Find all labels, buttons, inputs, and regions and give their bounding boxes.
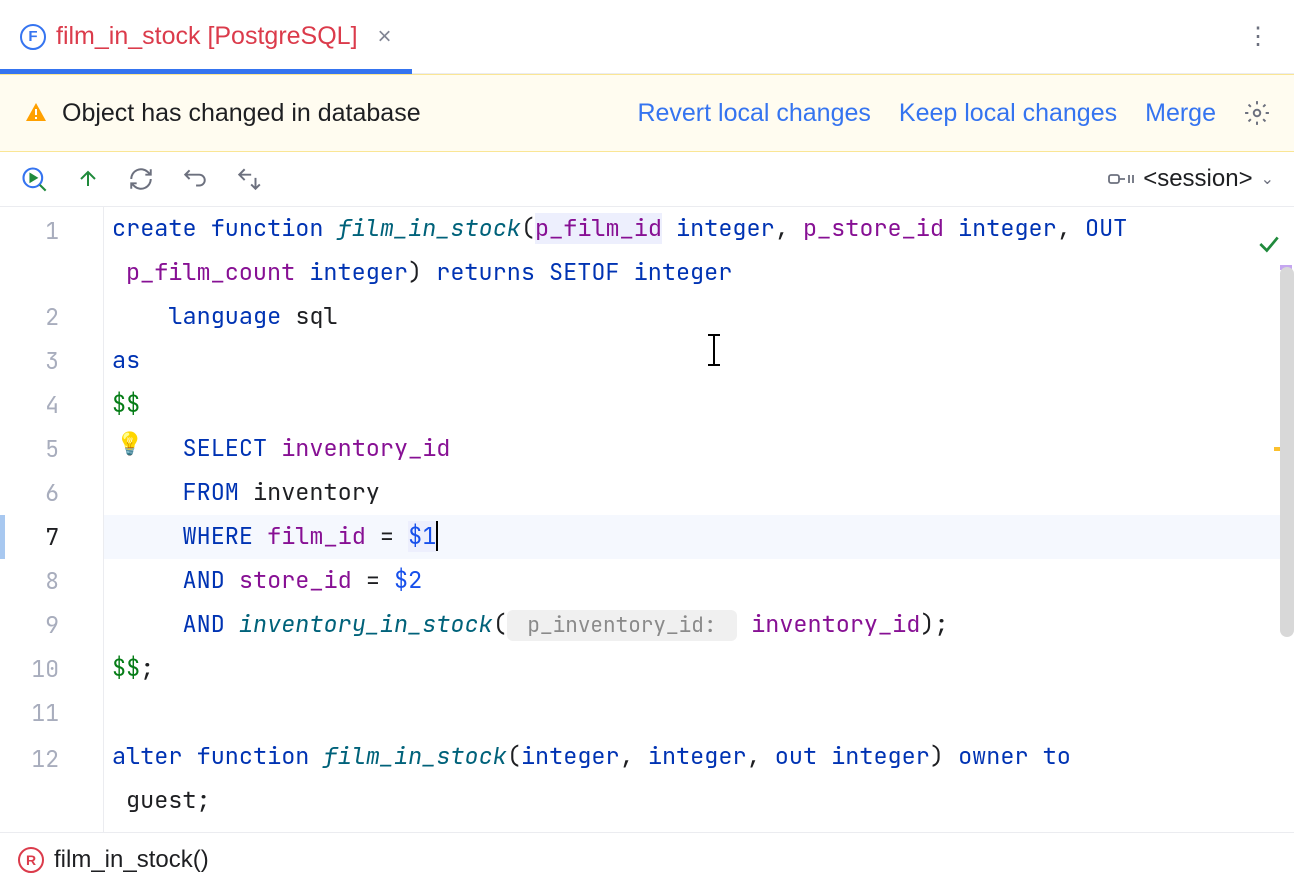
revert-link[interactable]: Revert local changes — [637, 99, 870, 128]
code-line: as — [104, 339, 1294, 383]
editor-tab[interactable]: F film_in_stock [PostgreSQL] × — [0, 0, 412, 73]
gear-icon[interactable] — [1244, 100, 1270, 126]
chevron-down-icon: ⌄ — [1261, 169, 1274, 189]
plug-icon — [1107, 169, 1135, 189]
code-line: $$; — [104, 647, 1294, 691]
line-number: 6 — [0, 471, 103, 515]
line-number: 1 — [0, 207, 103, 295]
code-line: language sql — [104, 295, 1294, 339]
more-icon[interactable]: ⋮ — [1222, 0, 1294, 73]
line-number: 10 — [0, 647, 103, 691]
code-line: p_film_count integer) returns SETOF inte… — [104, 251, 1294, 295]
editor[interactable]: 1 2 3 4 5 6 7 8 9 10 11 12 💡 create func… — [0, 207, 1294, 832]
tab-title: film_in_stock [PostgreSQL] — [56, 22, 358, 51]
close-icon[interactable]: × — [378, 23, 392, 51]
code-area[interactable]: create function film_in_stock(p_film_id … — [104, 207, 1294, 832]
routine-icon: R — [18, 847, 44, 873]
run-icon[interactable] — [20, 165, 48, 193]
intention-bulb-icon[interactable]: 💡 — [116, 431, 143, 457]
code-line: AND inventory_in_stock( p_inventory_id: … — [104, 603, 1294, 647]
code-line: $$ — [104, 383, 1294, 427]
line-number: 7 — [0, 515, 103, 559]
notification-bar: Object has changed in database Revert lo… — [0, 74, 1294, 152]
migrate-icon[interactable] — [236, 166, 262, 192]
code-line: guest; — [104, 779, 1294, 823]
line-number: 12 — [0, 735, 103, 823]
inlay-hint: p_inventory_id: — [507, 610, 737, 641]
line-number: 11 — [0, 691, 103, 735]
code-line: alter function film_in_stock(integer, in… — [104, 735, 1294, 779]
session-label: <session> — [1143, 165, 1252, 193]
line-number: 9 — [0, 603, 103, 647]
code-line: create function film_in_stock(p_film_id … — [104, 207, 1294, 251]
warning-icon — [24, 101, 48, 125]
code-line — [104, 691, 1294, 735]
undo-icon[interactable] — [182, 166, 208, 192]
code-line: SELECT inventory_id — [104, 427, 1294, 471]
line-number: 3 — [0, 339, 103, 383]
code-line: FROM inventory — [104, 471, 1294, 515]
line-number: 5 — [0, 427, 103, 471]
line-number: 4 — [0, 383, 103, 427]
line-number: 8 — [0, 559, 103, 603]
line-number: 2 — [0, 295, 103, 339]
editor-toolbar: <session> ⌄ — [0, 152, 1294, 207]
code-line: WHERE film_id = $1 — [104, 515, 1294, 559]
breadcrumb-text: film_in_stock() — [54, 846, 209, 874]
text-caret — [436, 521, 438, 551]
code-line: AND store_id = $2 — [104, 559, 1294, 603]
refresh-icon[interactable] — [128, 166, 154, 192]
upload-icon[interactable] — [76, 167, 100, 191]
tab-bar: F film_in_stock [PostgreSQL] × ⋮ — [0, 0, 1294, 74]
session-selector[interactable]: <session> ⌄ — [1107, 165, 1274, 193]
breadcrumb[interactable]: R film_in_stock() — [0, 832, 1294, 886]
merge-link[interactable]: Merge — [1145, 99, 1216, 128]
scrollbar[interactable] — [1280, 267, 1294, 637]
function-icon: F — [20, 24, 46, 50]
notification-message: Object has changed in database — [62, 99, 421, 128]
keep-link[interactable]: Keep local changes — [899, 99, 1117, 128]
gutter: 1 2 3 4 5 6 7 8 9 10 11 12 — [0, 207, 104, 832]
